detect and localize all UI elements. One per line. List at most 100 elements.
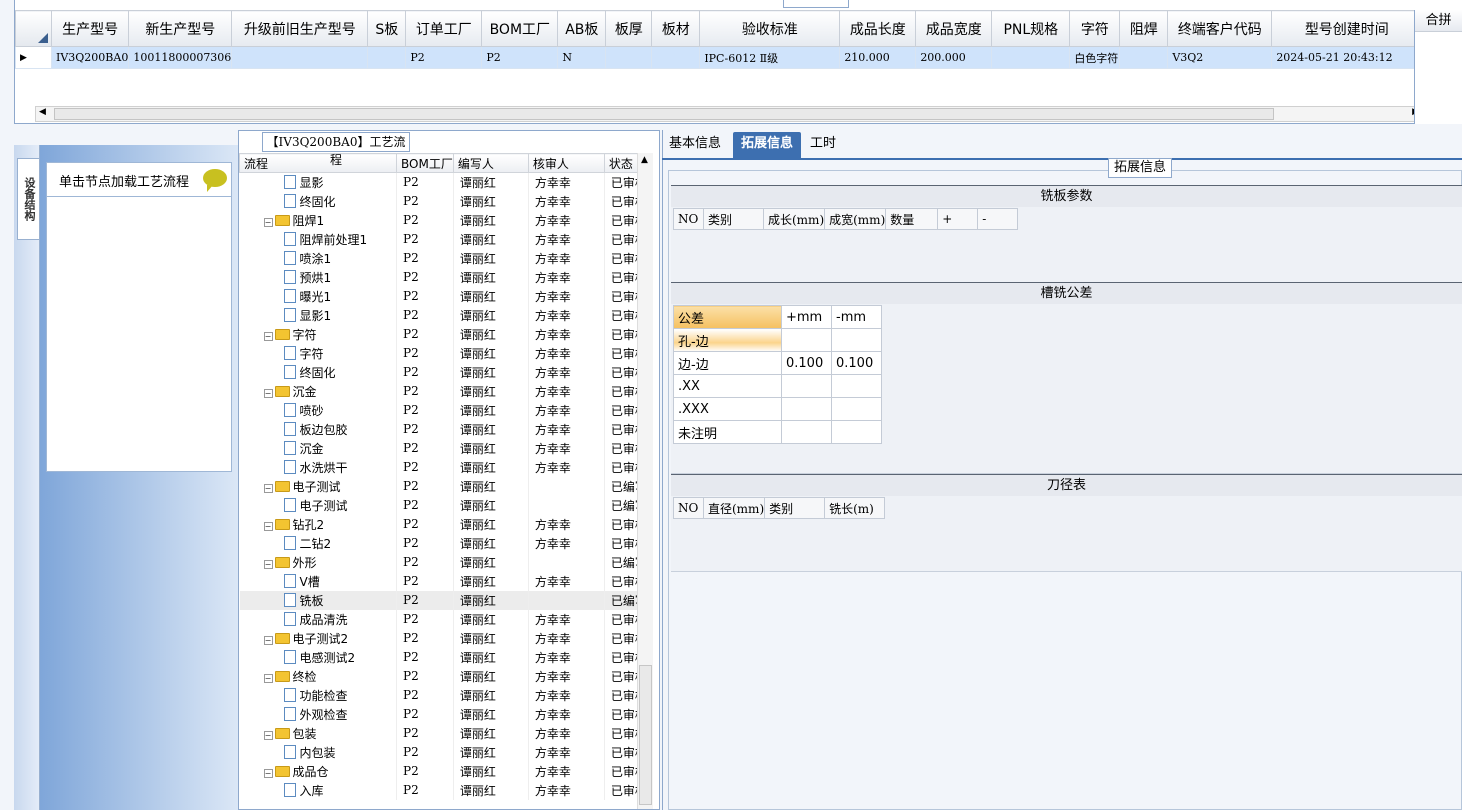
- tree-node[interactable]: 沉金: [239, 438, 397, 458]
- tree-node[interactable]: 显影: [239, 172, 397, 192]
- column-header[interactable]: BOM工厂: [481, 10, 559, 47]
- tolerance-value-input[interactable]: [781, 397, 832, 421]
- table-row[interactable]: 电感测试2 P2 谭丽红 方幸幸 已审核: [239, 647, 648, 667]
- collapse-icon[interactable]: −: [263, 673, 273, 683]
- vertical-scrollbar[interactable]: ▲: [637, 153, 653, 809]
- table-row[interactable]: 外观检查 P2 谭丽红 方幸幸 已审核: [239, 704, 648, 724]
- tolerance-value-input[interactable]: [831, 397, 882, 421]
- tree-node[interactable]: 预烘1: [239, 267, 397, 287]
- column-header[interactable]: NO: [673, 497, 704, 519]
- table-row[interactable]: 曝光1 P2 谭丽红 方幸幸 已审核: [239, 286, 648, 306]
- collapse-icon[interactable]: −: [263, 768, 273, 778]
- column-header[interactable]: PNL规格: [991, 10, 1071, 47]
- tree-node[interactable]: 电子测试: [239, 495, 397, 515]
- tolerance-value-input[interactable]: 0.100: [831, 351, 882, 375]
- column-header[interactable]: 板材: [651, 10, 701, 47]
- tree-node[interactable]: 显影1: [239, 305, 397, 325]
- tolerance-value-input[interactable]: [781, 328, 832, 352]
- column-header[interactable]: BOM工厂: [396, 153, 454, 173]
- top-tab-main-info[interactable]: [783, 0, 849, 8]
- table-row[interactable]: 铣板 P2 谭丽红 已编写: [239, 590, 648, 610]
- tree-node[interactable]: 二钻2: [239, 533, 397, 553]
- table-cell[interactable]: [605, 46, 653, 69]
- table-cell[interactable]: [1119, 46, 1169, 69]
- table-row[interactable]: 边-边 0.100 0.100: [673, 351, 882, 375]
- tree-node[interactable]: − 字符: [239, 324, 397, 344]
- tree-node[interactable]: 电感测试2: [239, 647, 397, 667]
- table-row[interactable]: 沉金 P2 谭丽红 方幸幸 已审核: [239, 438, 648, 458]
- table-row[interactable]: 电子测试 P2 谭丽红 已编写: [239, 495, 648, 515]
- column-header[interactable]: -: [977, 208, 1019, 230]
- column-header[interactable]: 终端客户代码: [1167, 10, 1273, 47]
- tree-node[interactable]: 阻焊前处理1: [239, 229, 397, 249]
- table-row[interactable]: − 钻孔2 P2 谭丽红 方幸幸 已审核: [239, 514, 648, 534]
- tolerance-value-input[interactable]: 0.100: [781, 351, 832, 375]
- table-row[interactable]: − 沉金 P2 谭丽红 方幸幸 已审核: [239, 381, 648, 401]
- column-header[interactable]: 成长(mm): [762, 208, 826, 230]
- tree-node[interactable]: 外观检查: [239, 704, 397, 724]
- collapse-icon[interactable]: −: [263, 217, 273, 227]
- table-row[interactable]: 入库 P2 谭丽红 方幸幸 已审核: [239, 780, 648, 800]
- tree-node[interactable]: − 成品仓: [239, 761, 397, 781]
- collapse-icon[interactable]: −: [263, 483, 273, 493]
- tree-node[interactable]: − 包装: [239, 723, 397, 743]
- scrollbar-thumb[interactable]: [639, 665, 652, 805]
- table-row[interactable]: 显影 P2 谭丽红 方幸幸 已审核: [239, 172, 648, 192]
- column-header[interactable]: 成宽(mm): [824, 208, 887, 230]
- tolerance-value-input[interactable]: [831, 374, 882, 398]
- column-header[interactable]: 编写人: [452, 153, 529, 173]
- merge-tab[interactable]: 合拼: [1415, 10, 1462, 32]
- table-row[interactable]: 孔-边: [673, 328, 882, 352]
- table-row[interactable]: − 终检 P2 谭丽红 方幸幸 已审核: [239, 666, 648, 686]
- table-row[interactable]: − 成品仓 P2 谭丽红 方幸幸 已审核: [239, 761, 648, 781]
- column-header[interactable]: NO: [673, 208, 704, 230]
- table-row[interactable]: .XX: [673, 374, 882, 398]
- table-row[interactable]: − 阻焊1 P2 谭丽红 方幸幸 已审核: [239, 210, 648, 230]
- table-row[interactable]: 内包装 P2 谭丽红 方幸幸 已审核: [239, 742, 648, 762]
- table-cell[interactable]: [991, 46, 1071, 69]
- table-row[interactable]: ▶ IV3Q200BA0 10011800007306 P2 P2 N IPC-6012 …: [15, 46, 1423, 69]
- collapse-icon[interactable]: −: [263, 559, 273, 569]
- column-header[interactable]: AB板: [557, 10, 607, 47]
- column-header[interactable]: 字符: [1069, 10, 1121, 47]
- column-header[interactable]: 核审人: [527, 153, 605, 173]
- table-row[interactable]: 喷砂 P2 谭丽红 方幸幸 已审核: [239, 400, 648, 420]
- column-header[interactable]: 型号创建时间: [1271, 10, 1423, 47]
- table-cell[interactable]: 200.000: [915, 46, 993, 69]
- tab-device-structure[interactable]: 设备结构: [17, 158, 39, 240]
- table-row[interactable]: .XXX: [673, 397, 882, 421]
- tree-node[interactable]: 板边包胶: [239, 419, 397, 439]
- tolerance-value-input[interactable]: [781, 420, 832, 444]
- scrollbar-thumb[interactable]: [54, 108, 1274, 120]
- column-header[interactable]: 类别: [764, 497, 826, 519]
- tree-node[interactable]: − 阻焊1: [239, 210, 397, 230]
- table-row[interactable]: 功能检查 P2 谭丽红 方幸幸 已审核: [239, 685, 648, 705]
- tolerance-value-input[interactable]: [831, 420, 882, 444]
- tree-node[interactable]: − 终检: [239, 666, 397, 686]
- table-row[interactable]: − 电子测试 P2 谭丽红 已编写: [239, 476, 648, 496]
- tree-node[interactable]: 曝光1: [239, 286, 397, 306]
- table-row[interactable]: 板边包胶 P2 谭丽红 方幸幸 已审核: [239, 419, 648, 439]
- table-row[interactable]: 字符 P2 谭丽红 方幸幸 已审核: [239, 343, 648, 363]
- column-header[interactable]: 订单工厂: [405, 10, 483, 47]
- tree-node[interactable]: V槽: [239, 571, 397, 591]
- column-header[interactable]: +: [937, 208, 979, 230]
- tree-node[interactable]: − 钻孔2: [239, 514, 397, 534]
- tolerance-value-input[interactable]: [781, 374, 832, 398]
- table-row[interactable]: 喷涂1 P2 谭丽红 方幸幸 已审核: [239, 248, 648, 268]
- column-header[interactable]: S板: [367, 10, 407, 47]
- table-row[interactable]: 预烘1 P2 谭丽红 方幸幸 已审核: [239, 267, 648, 287]
- tab-extended-info[interactable]: 拓展信息: [733, 132, 801, 158]
- scroll-left-icon[interactable]: ◀: [39, 107, 46, 117]
- collapse-icon[interactable]: −: [263, 388, 273, 398]
- table-row[interactable]: 阻焊前处理1 P2 谭丽红 方幸幸 已审核: [239, 229, 648, 249]
- column-header[interactable]: 升级前旧生产型号: [231, 10, 369, 47]
- tree-node[interactable]: 功能检查: [239, 685, 397, 705]
- tree-node[interactable]: 水洗烘干: [239, 457, 397, 477]
- table-row[interactable]: − 电子测试2 P2 谭丽红 方幸幸 已审核: [239, 628, 648, 648]
- table-cell[interactable]: N: [557, 46, 607, 69]
- tree-node[interactable]: 字符: [239, 343, 397, 363]
- table-cell[interactable]: P2: [405, 46, 483, 69]
- tree-node[interactable]: − 电子测试: [239, 476, 397, 496]
- column-header[interactable]: 板厚: [605, 10, 653, 47]
